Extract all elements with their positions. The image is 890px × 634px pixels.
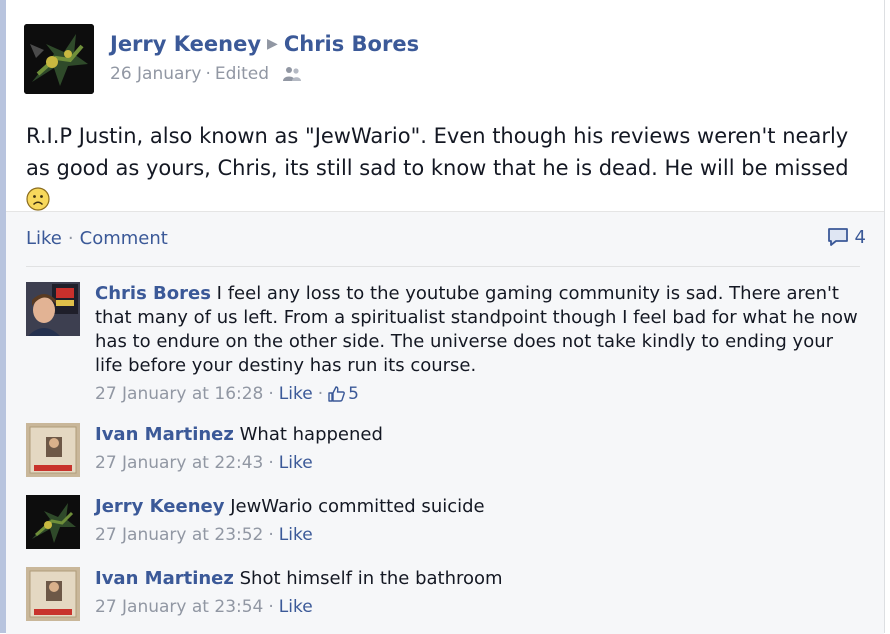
action-separator: · — [67, 228, 74, 249]
post-edited-label[interactable]: Edited — [215, 64, 269, 84]
author-avatar[interactable] — [24, 24, 94, 94]
comment-like-count[interactable]: 5 — [328, 384, 359, 404]
comment-meta: 27 January at 22:43 · Like — [95, 451, 865, 475]
friends-icon[interactable] — [282, 66, 302, 82]
post-message-text: R.I.P Justin, also known as "JewWario". … — [26, 124, 849, 180]
comment-body: Jerry Keeney JewWario committed suicide … — [95, 495, 865, 547]
comment-like-link[interactable]: Like — [279, 525, 313, 545]
post-target-link[interactable]: Chris Bores — [284, 32, 419, 56]
meta-separator: · — [317, 384, 324, 404]
meta-separator: · — [268, 384, 274, 404]
comment-timestamp[interactable]: 27 January at 16:28 — [95, 384, 263, 404]
thumbs-up-icon — [328, 386, 345, 402]
comment-timestamp[interactable]: 27 January at 23:54 — [95, 597, 263, 617]
commenter-avatar[interactable] — [26, 282, 80, 336]
post-date[interactable]: 26 January — [110, 64, 201, 84]
comment-author-link[interactable]: Jerry Keeney — [95, 496, 224, 517]
meta-separator: · — [268, 597, 274, 617]
post-message: R.I.P Justin, also known as "JewWario". … — [26, 120, 866, 220]
comment-meta: 27 January at 16:28 · Like · 5 — [95, 382, 865, 406]
comment-link[interactable]: Comment — [80, 228, 168, 249]
commenter-avatar[interactable] — [26, 495, 80, 549]
like-link[interactable]: Like — [26, 228, 62, 249]
comment-like-link[interactable]: Like — [279, 384, 313, 404]
comment-body: Ivan Martinez What happened 27 January a… — [95, 423, 865, 475]
timeline-post: Jerry Keeney ▶ Chris Bores 26 January · Edit… — [6, 0, 885, 634]
comment-count[interactable]: 4 — [827, 227, 866, 248]
comment-count-value: 4 — [854, 227, 866, 248]
comment-meta: 27 January at 23:52 · Like — [95, 523, 865, 547]
commenter-avatar[interactable] — [26, 567, 80, 621]
comment-author-link[interactable]: Ivan Martinez — [95, 568, 234, 589]
comment-like-link[interactable]: Like — [279, 597, 313, 617]
comment-text: What happened — [239, 424, 383, 445]
feedback-section: Like · Comment 4 Chris Bores I feel any … — [6, 211, 884, 634]
comment-timestamp[interactable]: 27 January at 23:52 — [95, 525, 263, 545]
meta-separator: · — [268, 525, 274, 545]
comment-like-count-value: 5 — [348, 384, 359, 404]
comment-like-link[interactable]: Like — [279, 453, 313, 473]
post-actions: Like · Comment — [26, 228, 168, 249]
post-author-link[interactable]: Jerry Keeney — [110, 32, 261, 56]
comment-timestamp[interactable]: 27 January at 22:43 — [95, 453, 263, 473]
arrow-right-icon: ▶ — [267, 36, 278, 52]
divider — [26, 266, 860, 267]
comment-bubble-icon — [827, 228, 848, 246]
comment-author-link[interactable]: Chris Bores — [95, 283, 211, 304]
comment-meta: 27 January at 23:54 · Like — [95, 595, 865, 619]
post-meta: 26 January · Edited — [110, 64, 302, 84]
post-header: Jerry Keeney ▶ Chris Bores 26 January · Edit… — [24, 24, 824, 94]
comment-body: Ivan Martinez Shot himself in the bathro… — [95, 567, 865, 619]
comment-body: Chris Bores I feel any loss to the youtu… — [95, 282, 865, 406]
commenter-avatar[interactable] — [26, 423, 80, 477]
meta-separator: · — [205, 64, 211, 84]
comment-text: Shot himself in the bathroom — [239, 568, 503, 589]
meta-separator: · — [268, 453, 274, 473]
comment-author-link[interactable]: Ivan Martinez — [95, 424, 234, 445]
post-title-line: Jerry Keeney ▶ Chris Bores — [110, 32, 419, 56]
comment-text: JewWario committed suicide — [230, 496, 485, 517]
